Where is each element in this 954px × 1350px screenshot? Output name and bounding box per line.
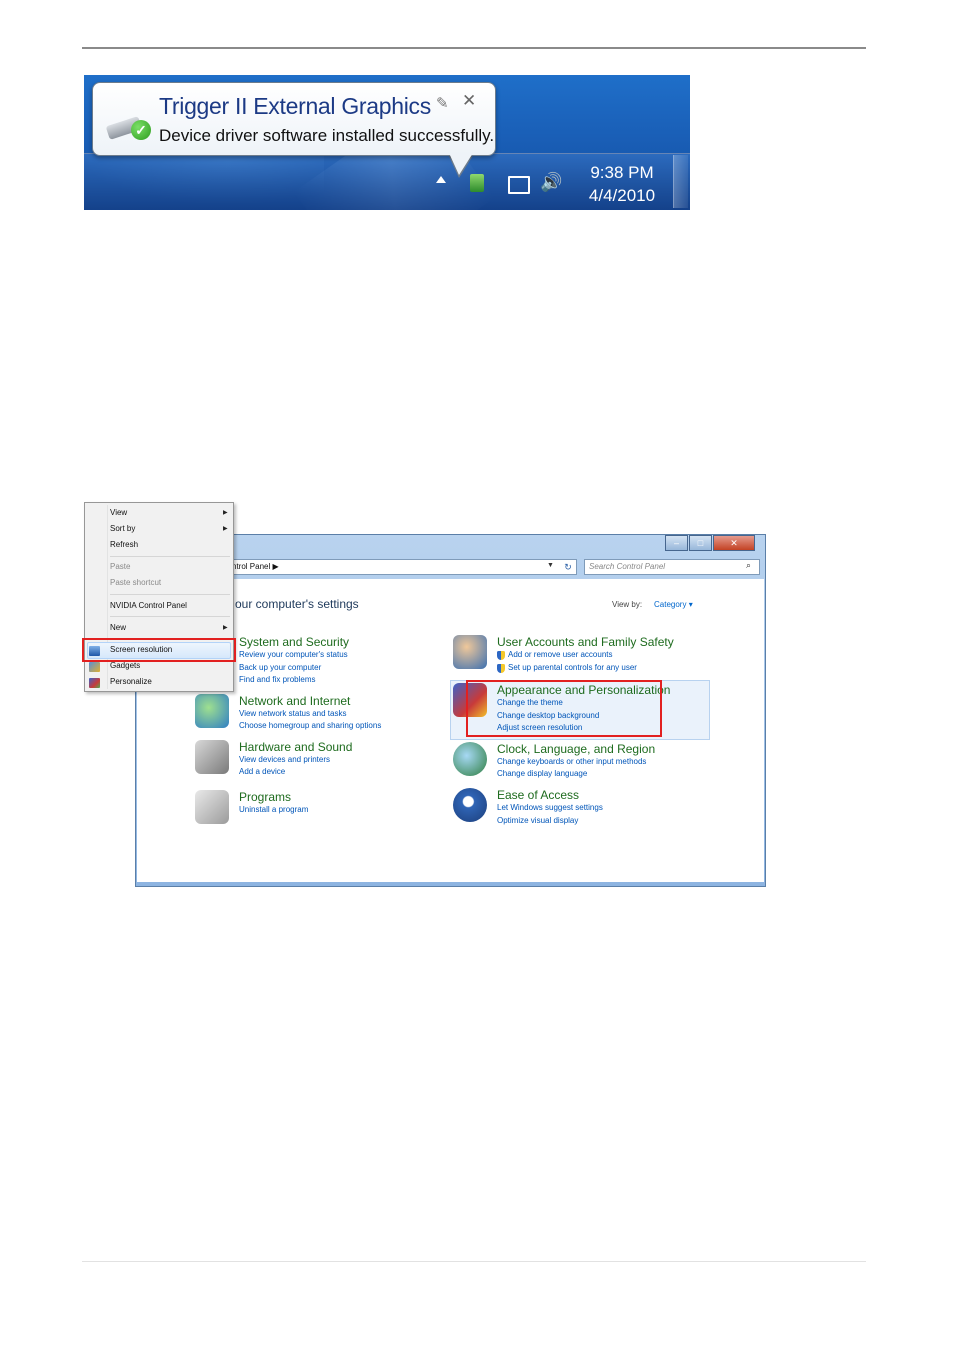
view-by-dropdown[interactable]: Category ▾ — [654, 600, 693, 609]
address-dropdown-icon[interactable]: ▼ — [547, 562, 554, 569]
menu-separator — [110, 594, 230, 595]
menu-item-paste[interactable]: Paste — [110, 562, 130, 571]
submenu-arrow-icon: ▶ — [223, 510, 228, 516]
maximize-button[interactable]: □ — [689, 535, 712, 551]
printer-icon — [195, 740, 229, 774]
category-link[interactable]: Set up parental controls for any user — [508, 663, 637, 672]
globe-clock-icon — [453, 742, 487, 776]
category-title[interactable]: Ease of Access — [497, 788, 579, 802]
device-tray-icon[interactable] — [470, 174, 484, 192]
category-title[interactable]: Clock, Language, and Region — [497, 742, 655, 756]
category-link[interactable]: Change keyboards or other input methods — [497, 757, 646, 766]
uac-shield-icon — [497, 664, 505, 673]
menu-item-new[interactable]: New — [110, 623, 126, 632]
menu-item-refresh[interactable]: Refresh — [110, 540, 138, 549]
ease-of-access-icon — [453, 788, 487, 822]
success-check-icon: ✓ — [131, 120, 151, 140]
view-by-value: Category — [654, 600, 687, 609]
appearance-highlight-box — [466, 680, 662, 737]
show-hidden-icons-arrow-icon[interactable] — [436, 176, 446, 183]
menu-separator — [110, 556, 230, 557]
system-clock[interactable]: 9:38 PM 4/4/2010 — [582, 161, 662, 207]
screen-resolution-highlight-box — [82, 638, 236, 662]
category-title[interactable]: System and Security — [239, 635, 349, 649]
menu-item-gadgets[interactable]: Gadgets — [110, 661, 140, 670]
minimize-button[interactable]: – — [665, 535, 688, 551]
category-link[interactable]: Add or remove user accounts — [508, 650, 613, 659]
menu-item-personalize[interactable]: Personalize — [110, 677, 152, 686]
category-link[interactable]: View devices and printers — [239, 755, 330, 764]
top-rule — [82, 47, 866, 49]
bottom-rule — [82, 1261, 866, 1262]
category-link[interactable]: Review your computer's status — [239, 650, 348, 659]
desktop-context-menu: View ▶ Sort by ▶ Refresh Paste Paste sho… — [84, 502, 234, 692]
globe-network-icon — [195, 694, 229, 728]
menu-separator — [110, 616, 230, 617]
breadcrumb-arrow-icon[interactable]: ▶ — [272, 562, 278, 571]
category-link[interactable]: Choose homegroup and sharing options — [239, 721, 381, 730]
refresh-icon[interactable]: ↻ — [560, 560, 576, 574]
personalize-icon — [89, 678, 100, 688]
caption-buttons: – □ ✕ — [664, 535, 755, 551]
show-desktop-button[interactable] — [673, 155, 688, 208]
volume-icon[interactable]: 🔊 — [540, 172, 562, 193]
category-title[interactable]: Hardware and Sound — [239, 740, 352, 754]
clock-date: 4/4/2010 — [588, 186, 656, 205]
balloon-tail — [449, 153, 473, 175]
network-icon[interactable] — [508, 176, 530, 194]
category-link[interactable]: Change display language — [497, 769, 587, 778]
wrench-icon[interactable]: ✎ — [436, 94, 449, 112]
menu-item-nvidia-control-panel[interactable]: NVIDIA Control Panel — [110, 601, 187, 610]
address-text: ntrol Panel — [232, 562, 271, 571]
menu-item-sort-by[interactable]: Sort by — [110, 524, 135, 533]
category-title[interactable]: Programs — [239, 790, 291, 804]
category-link[interactable]: Let Windows suggest settings — [497, 803, 603, 812]
page-title: our computer's settings — [235, 597, 359, 611]
clock-time: 9:38 PM — [590, 163, 654, 182]
category-link[interactable]: View network status and tasks — [239, 709, 346, 718]
category-link[interactable]: Uninstall a program — [239, 805, 308, 814]
category-title[interactable]: User Accounts and Family Safety — [497, 635, 674, 649]
notification-balloon[interactable]: ✓ Trigger II External Graphics Device dr… — [92, 82, 496, 156]
category-link[interactable]: Back up your computer — [239, 663, 321, 672]
category-link[interactable]: Find and fix problems — [239, 675, 315, 684]
users-icon — [453, 635, 487, 669]
notification-title: Trigger II External Graphics — [159, 93, 431, 119]
submenu-arrow-icon: ▶ — [223, 625, 228, 631]
notification-message: Device driver software installed success… — [159, 126, 495, 145]
gadgets-icon — [89, 662, 100, 672]
programs-box-icon — [195, 790, 229, 824]
view-by-label: View by: — [612, 600, 643, 609]
window-close-button[interactable]: ✕ — [713, 535, 755, 551]
category-link[interactable]: Add a device — [239, 767, 285, 776]
search-input[interactable]: Search Control Panel — [584, 559, 760, 575]
menu-item-view[interactable]: View — [110, 508, 127, 517]
category-title[interactable]: Network and Internet — [239, 694, 350, 708]
close-icon[interactable]: ✕ — [462, 91, 476, 111]
menu-item-paste-shortcut[interactable]: Paste shortcut — [110, 578, 161, 587]
submenu-arrow-icon: ▶ — [223, 526, 228, 532]
search-icon[interactable]: ⌕ — [746, 560, 751, 571]
taskbar-screenshot: ✓ Trigger II External Graphics Device dr… — [84, 75, 690, 210]
category-link[interactable]: Optimize visual display — [497, 816, 578, 825]
uac-shield-icon — [497, 651, 505, 660]
